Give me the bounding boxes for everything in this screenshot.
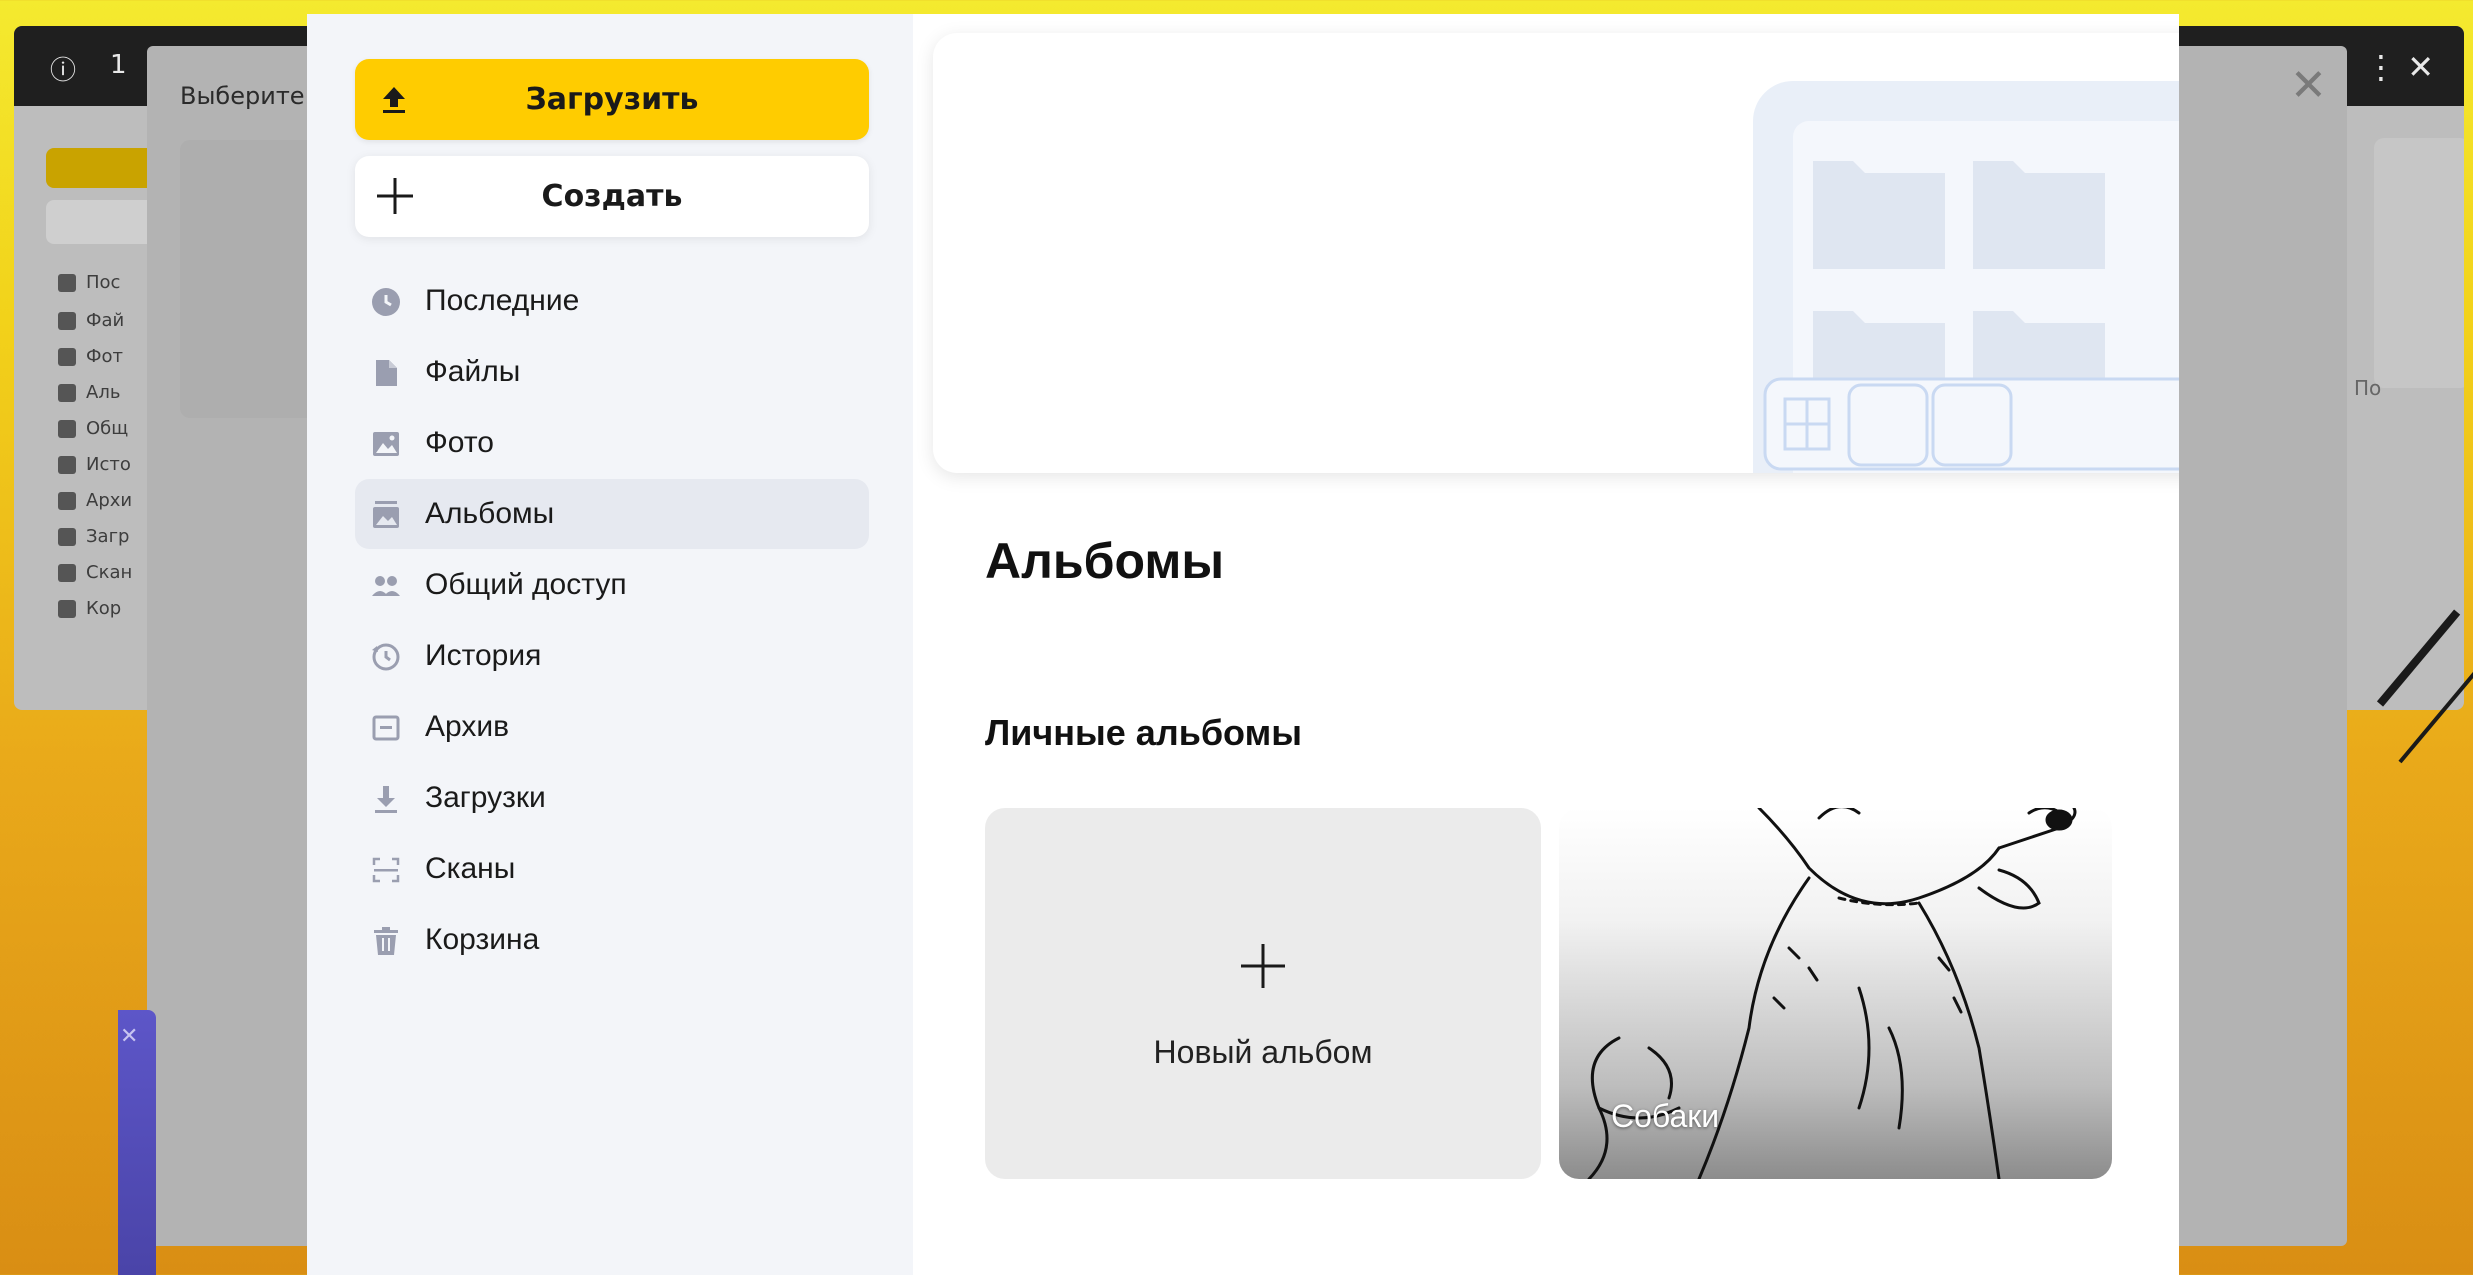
sidebar-item-label: Фото [425,426,494,459]
sidebar-item-downloads[interactable]: Загрузки [355,763,869,833]
side-panel-close-icon[interactable]: ✕ [120,1024,138,1049]
album-picker-dialog: Загрузить Создать Последние Файлы Фото А… [307,14,2179,1275]
background-nav-item: Загр [58,526,129,547]
background-title-fragment: 1 [110,50,127,80]
sidebar-item-label: Последние [425,284,580,317]
background-nav-item: Исто [58,454,131,475]
close-icon[interactable]: ✕ [2290,60,2327,111]
background-nav-item: Пос [58,272,120,293]
page-title: Альбомы [985,533,1225,589]
sidebar: Загрузить Создать Последние Файлы Фото А… [307,14,913,1275]
photo-icon [373,432,399,456]
create-label: Создать [541,179,683,214]
upload-button[interactable]: Загрузить [355,59,869,140]
background-nav-item: Архи [58,490,132,511]
sidebar-item-label: История [425,639,542,672]
archive-icon [372,715,400,741]
sidebar-item-recent[interactable]: Последние [355,266,869,336]
background-upload-button [46,148,156,188]
background-nav-item: Фай [58,310,124,331]
folders-illustration [1753,81,2179,473]
sidebar-item-files[interactable]: Файлы [355,337,869,407]
background-nav-item: Фот [58,346,123,367]
sidebar-item-label: Общий доступ [425,568,627,601]
sidebar-item-label: Корзина [425,923,540,956]
section-title: Личные альбомы [985,712,1302,753]
clock-icon [372,288,400,316]
sidebar-item-shared[interactable]: Общий доступ [355,550,869,620]
sidebar-item-photo[interactable]: Фото [355,408,869,478]
background-side-fragment: По [2354,376,2382,400]
album-icon [373,501,399,528]
background-close-icon: ⋮ ✕ [2365,48,2434,86]
background-create-button [46,200,156,244]
album-card[interactable]: Собаки [1559,808,2112,1179]
sidebar-item-archive[interactable]: Архив [355,692,869,762]
history-icon [372,643,400,671]
sidebar-item-label: Альбомы [425,497,555,530]
background-nav-item: Общ [58,418,128,439]
create-button[interactable]: Создать [355,156,869,237]
background-card [2374,138,2464,388]
new-album-label: Новый альбом [1153,1034,1373,1070]
background-nav-item: Аль [58,382,120,403]
sidebar-item-label: Загрузки [425,781,546,814]
side-panel-tab [118,1010,156,1275]
sidebar-item-label: Архив [425,710,510,743]
info-icon: ⓘ [50,56,77,86]
sidebar-item-history[interactable]: История [355,621,869,691]
shared-users-icon [372,576,400,596]
sidebar-item-albums[interactable]: Альбомы [355,479,869,549]
sidebar-item-label: Файлы [425,355,521,388]
background-nav-item: Скан [58,562,132,583]
upload-label: Загрузить [525,82,699,117]
sidebar-nav: Последние Файлы Фото Альбомы Общий досту… [355,266,869,976]
plus-icon [1241,944,1285,988]
download-icon [375,786,397,813]
sidebar-item-trash[interactable]: Корзина [355,905,869,975]
frame-title: Выберите [180,82,305,110]
main-content: Альбомы Личные альбомы Новый альбом Соба… [913,14,2179,1275]
new-album-card[interactable]: Новый альбом [985,808,1541,1179]
albums-banner [933,33,2179,473]
album-title: Собаки [1611,1098,1720,1134]
trash-icon [374,927,398,955]
file-icon [376,360,397,386]
sidebar-item-scans[interactable]: Сканы [355,834,869,904]
sidebar-item-label: Сканы [425,852,516,885]
background-nav-item: Кор [58,598,121,619]
scan-icon [372,857,400,883]
